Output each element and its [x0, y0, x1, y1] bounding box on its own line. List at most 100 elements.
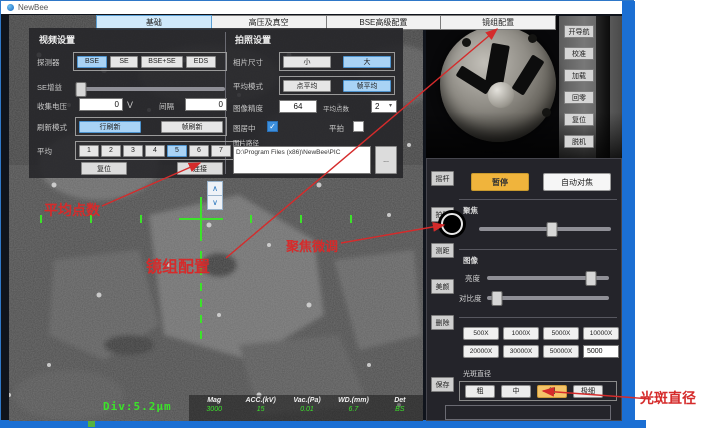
autofocus-button[interactable]: 自动对焦 — [543, 173, 611, 191]
average-group: 1 2 3 4 5 6 7 — [75, 141, 241, 160]
calibrate-button[interactable]: 校准 — [564, 47, 594, 60]
brightness-slider-handle[interactable] — [585, 271, 596, 286]
spot-medium-button[interactable]: 中 — [501, 385, 531, 398]
precision-label: 图像精度 — [233, 103, 263, 114]
chevron-down-icon[interactable]: ∨ — [207, 195, 223, 210]
status-col-acc: ACC.(kV) 15 — [237, 397, 283, 413]
detector-bse-se-button[interactable]: BSE+SE — [141, 56, 183, 68]
flat-shot-label: 平拍 — [329, 123, 344, 134]
precision-input[interactable]: 64 — [279, 100, 317, 113]
load-button[interactable]: 加载 — [564, 69, 594, 82]
focus-slider-handle[interactable] — [546, 222, 557, 237]
mag-20000x-button[interactable]: 20000X — [463, 345, 499, 358]
image-path-input[interactable]: D:\Program Files (x86)\NewBee\PIC — [233, 146, 371, 174]
interval-input[interactable]: 0 — [185, 98, 227, 111]
avg-points-select[interactable]: 2 — [371, 100, 397, 113]
sample-stub — [488, 82, 514, 108]
avg-point-button[interactable]: 点平均 — [283, 80, 331, 92]
joystick-button[interactable]: 摇杆 — [431, 171, 454, 186]
reset-stage-button[interactable]: 复位 — [564, 113, 594, 126]
average-option-3[interactable]: 3 — [123, 145, 143, 157]
video-settings-title: 视频设置 — [39, 33, 75, 46]
reset-button[interactable]: 复位 — [81, 162, 127, 175]
brightness-label: 亮度 — [465, 273, 480, 284]
chevron-up-icon[interactable]: ∧ — [207, 181, 223, 196]
status-col-wd: WD.(mm) 6.7 — [330, 397, 376, 413]
offline-button[interactable]: 脱机 — [564, 135, 594, 148]
center-image-checkbox[interactable]: ✓ — [267, 121, 278, 132]
status-readouts: Mag 3000 ACC.(kV) 15 Vac.(Pa) 0.01 WD.(m… — [191, 397, 423, 413]
center-image-label: 图居中 — [233, 123, 256, 134]
title-bar: NewBee — [1, 1, 633, 14]
se-gain-slider[interactable] — [77, 87, 225, 91]
screenshot-canvas: Div:5.2μm Mag 3000 ACC.(kV) 15 Vac.(Pa) … — [0, 0, 720, 428]
average-option-7[interactable]: 7 — [211, 145, 231, 157]
info-box — [445, 405, 611, 420]
focus-slider[interactable] — [479, 227, 611, 231]
detector-group: BSE SE BSE+SE EDS — [73, 52, 227, 71]
contrast-label: 对比度 — [459, 293, 482, 304]
size-small-button[interactable]: 小 — [283, 56, 331, 68]
taskbar-icon — [88, 421, 95, 427]
contrast-slider-handle[interactable] — [491, 291, 502, 306]
average-option-2[interactable]: 2 — [101, 145, 121, 157]
average-option-4[interactable]: 4 — [145, 145, 165, 157]
save-button[interactable]: 保存 — [431, 377, 454, 392]
status-col-vac: Vac.(Pa) 0.01 — [284, 397, 330, 413]
beautify-button[interactable]: 美颜 — [431, 279, 454, 294]
focus-label: 聚焦 — [463, 205, 478, 216]
screw — [528, 34, 537, 43]
divider — [459, 317, 617, 318]
status-col-det: Det BS — [377, 397, 423, 413]
avg-mode-group: 点平均 帧平均 — [279, 76, 395, 95]
spot-fine-button[interactable]: 细 — [537, 385, 567, 398]
spot-extra-fine-button[interactable]: 极细 — [573, 385, 603, 398]
refresh-mode-group: 行刷新 帧刷新 — [75, 117, 227, 136]
bottom-accent-strip — [0, 420, 646, 428]
open-navigation-button[interactable]: 开导航 — [564, 25, 594, 38]
mag-value-input[interactable]: 5000 — [583, 345, 619, 358]
spot-coarse-button[interactable]: 粗 — [465, 385, 495, 398]
mag-500x-button[interactable]: 500X — [463, 327, 499, 340]
mag-30000x-button[interactable]: 30000X — [503, 345, 539, 358]
home-button[interactable]: 回零 — [564, 91, 594, 104]
focus-knob[interactable] — [441, 213, 463, 235]
detector-eds-button[interactable]: EDS — [186, 56, 216, 68]
refresh-frame-button[interactable]: 帧刷新 — [161, 121, 223, 133]
se-gain-slider-handle[interactable] — [76, 82, 87, 97]
mag-1000x-button[interactable]: 1000X — [503, 327, 539, 340]
pause-button[interactable]: 暂停 — [471, 173, 529, 191]
window-title: NewBee — [18, 3, 48, 12]
avg-points-label: 平均点数 — [323, 103, 349, 113]
flat-shot-checkbox[interactable] — [353, 121, 364, 132]
avg-frame-button[interactable]: 帧平均 — [343, 80, 391, 92]
detector-label: 探测器 — [37, 57, 60, 68]
average-label: 平均 — [37, 146, 52, 157]
measure-button[interactable]: 测距 — [431, 243, 454, 258]
avg-mode-label: 平均模式 — [233, 81, 263, 92]
size-large-button[interactable]: 大 — [343, 56, 391, 68]
tab-lens-config[interactable]: 镜组配置 — [441, 15, 556, 30]
average-option-1[interactable]: 1 — [79, 145, 99, 157]
status-col-mag: Mag 3000 — [191, 397, 237, 413]
mag-50000x-button[interactable]: 50000X — [543, 345, 579, 358]
browse-button[interactable]: ... — [375, 146, 397, 174]
contrast-slider[interactable] — [487, 296, 609, 300]
mag-5000x-button[interactable]: 5000X — [543, 327, 579, 340]
detector-bse-button[interactable]: BSE — [77, 56, 107, 68]
avg-points-dropdown-icon[interactable]: ▾ — [389, 102, 392, 109]
annotation-spot-diameter: 光斑直径 — [640, 388, 696, 408]
average-option-5[interactable]: 5 — [167, 145, 187, 157]
average-option-6[interactable]: 6 — [189, 145, 209, 157]
photo-size-group: 小 大 — [279, 52, 395, 71]
refresh-line-button[interactable]: 行刷新 — [79, 121, 141, 133]
brightness-slider[interactable] — [487, 276, 609, 280]
divider — [459, 199, 617, 200]
connect-button[interactable]: 连接 — [177, 162, 223, 175]
collect-voltage-input[interactable]: 0 — [79, 98, 123, 111]
mag-10000x-button[interactable]: 10000X — [583, 327, 619, 340]
interval-label: 间隔 — [159, 101, 174, 112]
detector-se-button[interactable]: SE — [110, 56, 138, 68]
delete-button[interactable]: 删除 — [431, 315, 454, 330]
photo-size-label: 相片尺寸 — [233, 57, 263, 68]
